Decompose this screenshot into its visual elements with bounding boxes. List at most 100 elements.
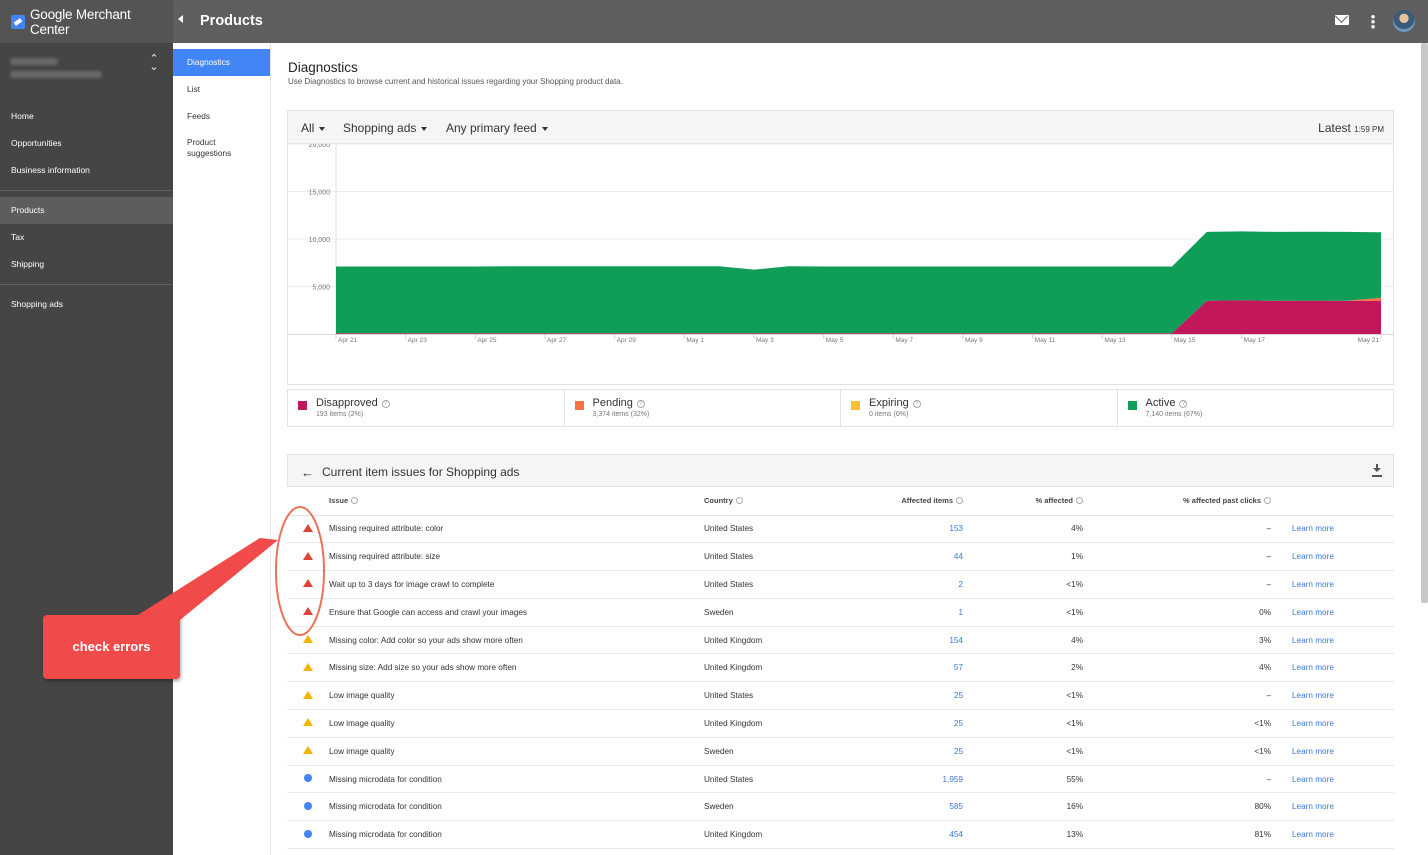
- help-icon[interactable]: ?: [636, 400, 645, 408]
- tab-list[interactable]: List: [173, 76, 270, 103]
- past-clicks-cell: –: [1084, 765, 1271, 794]
- learn-more-link[interactable]: Learn more: [1271, 765, 1394, 794]
- affected-items-link[interactable]: 44: [854, 542, 964, 572]
- feed-filter-dropdown[interactable]: Any primary feed: [446, 121, 548, 135]
- pct-affected-cell: 4%: [964, 515, 1084, 544]
- sidebar-item-business-information[interactable]: Business information: [0, 157, 173, 184]
- table-row[interactable]: Missing required attribute: size United S…: [287, 542, 1394, 572]
- affected-items-link[interactable]: 25: [854, 681, 964, 711]
- learn-more-link[interactable]: Learn more: [1271, 570, 1394, 599]
- legend-item-active[interactable]: Active? 7,140 items (67%): [1118, 390, 1394, 426]
- help-icon[interactable]: ?: [912, 400, 921, 408]
- back-arrow-icon[interactable]: ←: [301, 465, 314, 480]
- table-row[interactable]: Wait up to 3 days for image crawl to com…: [287, 570, 1394, 599]
- severity-cell: [287, 515, 329, 544]
- issue-cell: Missing microdata for condition: [329, 820, 704, 850]
- warning-icon: [303, 662, 313, 671]
- help-icon[interactable]: [735, 497, 743, 505]
- table-row[interactable]: Ensure that Google can access and crawl …: [287, 598, 1394, 627]
- help-icon[interactable]: [351, 497, 359, 505]
- past-clicks-cell: –: [1084, 515, 1271, 544]
- sidebar-item-tax[interactable]: Tax: [0, 224, 173, 251]
- destination-filter-dropdown[interactable]: Shopping ads: [343, 121, 428, 135]
- past-clicks-cell: 80%: [1084, 792, 1271, 822]
- affected-items-link[interactable]: 1: [854, 598, 964, 627]
- status-filter-label: All: [301, 121, 315, 135]
- filter-bar: All Shopping ads Any primary feed Latest…: [288, 111, 1393, 144]
- country-cell: Sweden: [704, 598, 854, 627]
- help-icon[interactable]: ?: [1179, 400, 1188, 408]
- affected-items-link[interactable]: 1,959: [854, 765, 964, 794]
- sidebar-item-products[interactable]: Products: [0, 197, 173, 224]
- legend-item-expiring[interactable]: Expiring? 0 items (0%): [841, 390, 1118, 426]
- help-icon[interactable]: [1264, 497, 1271, 505]
- learn-more-link[interactable]: Learn more: [1271, 737, 1394, 766]
- help-icon[interactable]: ?: [381, 400, 390, 408]
- issues-table: Issue Country Affected items % affected …: [287, 487, 1394, 850]
- legend-item-disapproved[interactable]: Disapproved? 193 items (2%): [288, 390, 565, 426]
- table-row[interactable]: Missing microdata for condition United St…: [287, 765, 1394, 794]
- issue-cell: Missing microdata for condition: [329, 765, 704, 794]
- sidebar-item-home[interactable]: Home: [0, 103, 173, 130]
- learn-more-link[interactable]: Learn more: [1271, 709, 1394, 738]
- learn-more-link[interactable]: Learn more: [1271, 598, 1394, 627]
- clicks-header-label: % affected past clicks: [1183, 496, 1261, 506]
- sidebar-item-shipping[interactable]: Shipping: [0, 251, 173, 278]
- table-row[interactable]: Missing microdata for condition Sweden 585…: [287, 792, 1394, 822]
- learn-more-link[interactable]: Learn more: [1271, 542, 1394, 572]
- mail-icon[interactable]: [1335, 15, 1349, 25]
- past-clicks-cell: 0%: [1084, 598, 1271, 627]
- table-row[interactable]: Low image quality United States 25 <1% – Lear…: [287, 681, 1394, 711]
- affected-items-link[interactable]: 454: [854, 820, 964, 850]
- affected-items-link[interactable]: 585: [854, 792, 964, 822]
- affected-items-link[interactable]: 25: [854, 737, 964, 766]
- account-switcher[interactable]: ⌃ ⌄: [0, 53, 173, 103]
- x-tick-label: May 11: [1035, 337, 1056, 344]
- warning-icon: [303, 746, 313, 755]
- learn-more-link[interactable]: Learn more: [1271, 653, 1394, 683]
- past-clicks-column-header[interactable]: % affected past clicks: [1084, 487, 1271, 516]
- affected-items-link[interactable]: 153: [854, 515, 964, 544]
- table-row[interactable]: Missing size: Add size so your ads show …: [287, 653, 1394, 683]
- sidebar-item-shopping-ads[interactable]: Shopping ads: [0, 291, 173, 318]
- affected-column-header[interactable]: Affected items: [854, 487, 964, 516]
- chevron-up-down-icon[interactable]: ⌃ ⌄: [148, 54, 160, 73]
- table-row[interactable]: Missing color: Add color so your ads sho…: [287, 626, 1394, 655]
- tab-product-suggestions[interactable]: Product suggestions: [173, 130, 253, 162]
- pct-affected-column-header[interactable]: % affected: [964, 487, 1084, 516]
- pct-affected-cell: 2%: [964, 653, 1084, 683]
- issue-column-header[interactable]: Issue: [329, 487, 704, 516]
- tab-feeds[interactable]: Feeds: [173, 103, 270, 130]
- severity-cell: [287, 681, 329, 711]
- tab-diagnostics[interactable]: Diagnostics: [173, 49, 270, 76]
- status-filter-dropdown[interactable]: All: [301, 121, 326, 135]
- table-row[interactable]: Missing required attribute: color United …: [287, 515, 1394, 544]
- page-title: Products: [200, 13, 263, 29]
- collapse-nav-icon[interactable]: [178, 15, 183, 23]
- learn-more-link[interactable]: Learn more: [1271, 515, 1394, 544]
- table-row[interactable]: Low image quality United Kingdom 25 <1% <1% L…: [287, 709, 1394, 738]
- learn-more-link[interactable]: Learn more: [1271, 626, 1394, 655]
- legend-item-pending[interactable]: Pending? 3,374 items (32%): [565, 390, 841, 426]
- country-cell: Sweden: [704, 737, 854, 766]
- learn-more-link[interactable]: Learn more: [1271, 792, 1394, 822]
- affected-items-link[interactable]: 25: [854, 709, 964, 738]
- sidebar-item-opportunities[interactable]: Opportunities: [0, 130, 173, 157]
- scrollbar[interactable]: [1421, 43, 1428, 603]
- help-icon[interactable]: [1076, 497, 1083, 505]
- page-header: Diagnostics Use Diagnostics to browse cu…: [288, 60, 623, 86]
- brand[interactable]: Google Merchant Center: [0, 0, 173, 43]
- learn-more-link[interactable]: Learn more: [1271, 820, 1394, 850]
- affected-items-link[interactable]: 57: [854, 653, 964, 683]
- learn-more-link[interactable]: Learn more: [1271, 681, 1394, 711]
- country-column-header[interactable]: Country: [704, 487, 854, 516]
- products-subnav: Diagnostics List Feeds Product suggestio…: [173, 43, 271, 855]
- table-row[interactable]: Low image quality Sweden 25 <1% <1% Learn mor…: [287, 737, 1394, 766]
- help-icon[interactable]: [956, 497, 963, 505]
- table-row[interactable]: Missing microdata for condition United Ki…: [287, 820, 1394, 850]
- legend-count: 0 items (0%): [869, 411, 909, 418]
- avatar[interactable]: [1393, 10, 1415, 32]
- affected-items-link[interactable]: 2: [854, 570, 964, 599]
- more-vert-icon[interactable]: • • •: [1370, 10, 1376, 33]
- affected-items-link[interactable]: 154: [854, 626, 964, 655]
